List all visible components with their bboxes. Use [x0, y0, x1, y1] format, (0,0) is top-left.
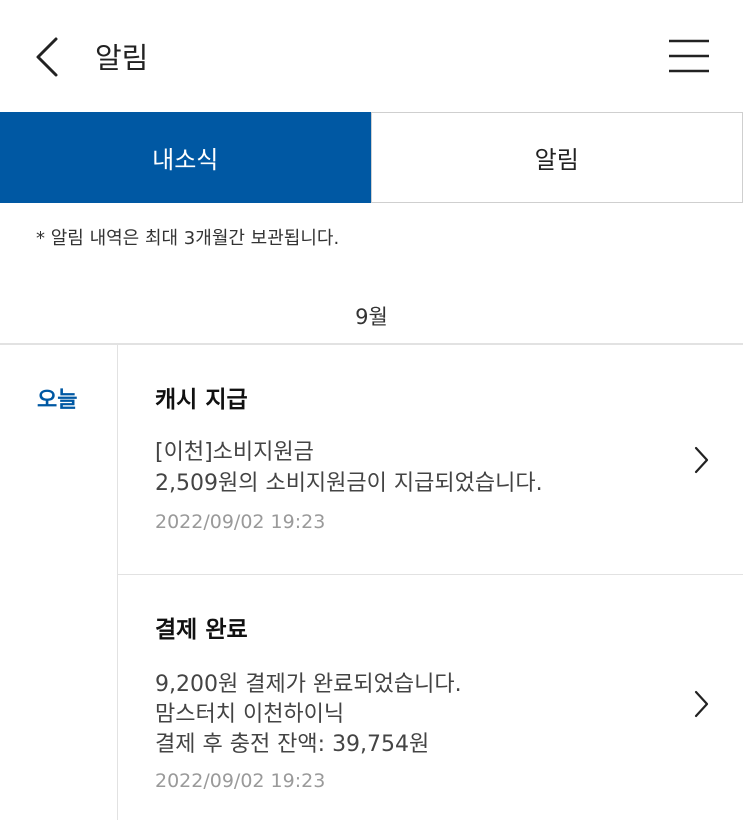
notification-line: [이천]소비지원금 — [155, 440, 314, 465]
menu-button[interactable] — [664, 34, 714, 80]
tab-notifications[interactable]: 알림 — [370, 112, 743, 203]
tab-my-news[interactable]: 내소식 — [0, 112, 371, 203]
chevron-left-icon — [36, 37, 58, 77]
chevron-right-icon — [694, 690, 709, 718]
month-header: 9월 — [355, 305, 388, 329]
back-button[interactable] — [22, 30, 76, 84]
day-label-today: 오늘 — [37, 388, 78, 413]
notification-date: 2022/09/02 19:23 — [155, 770, 326, 792]
page-title: 알림 — [95, 41, 149, 75]
notification-line: 결제 후 충전 잔액: 39,754원 — [155, 732, 430, 757]
notification-title: 캐시 지급 — [155, 387, 248, 413]
chevron-right-icon — [694, 446, 709, 474]
tab-bar: 내소식 알림 — [0, 112, 743, 203]
app-header: 알림 — [0, 0, 743, 112]
notification-item[interactable]: 캐시 지급 [이천]소비지원금 2,509원의 소비지원금이 지급되었습니다. … — [118, 345, 743, 574]
notification-line: 맘스터치 이천하이닉 — [155, 702, 345, 727]
notification-line: 9,200원 결제가 완료되었습니다. — [155, 672, 462, 697]
notification-date: 2022/09/02 19:23 — [155, 511, 326, 533]
notification-title: 결제 완료 — [155, 617, 248, 643]
notification-line: 2,509원의 소비지원금이 지급되었습니다. — [155, 471, 543, 496]
retention-notice: * 알림 내역은 최대 3개월간 보관됩니다. — [36, 228, 340, 249]
hamburger-menu-icon — [669, 39, 709, 73]
notification-item[interactable]: 결제 완료 9,200원 결제가 완료되었습니다. 맘스터치 이천하이닉 결제 … — [118, 575, 743, 820]
